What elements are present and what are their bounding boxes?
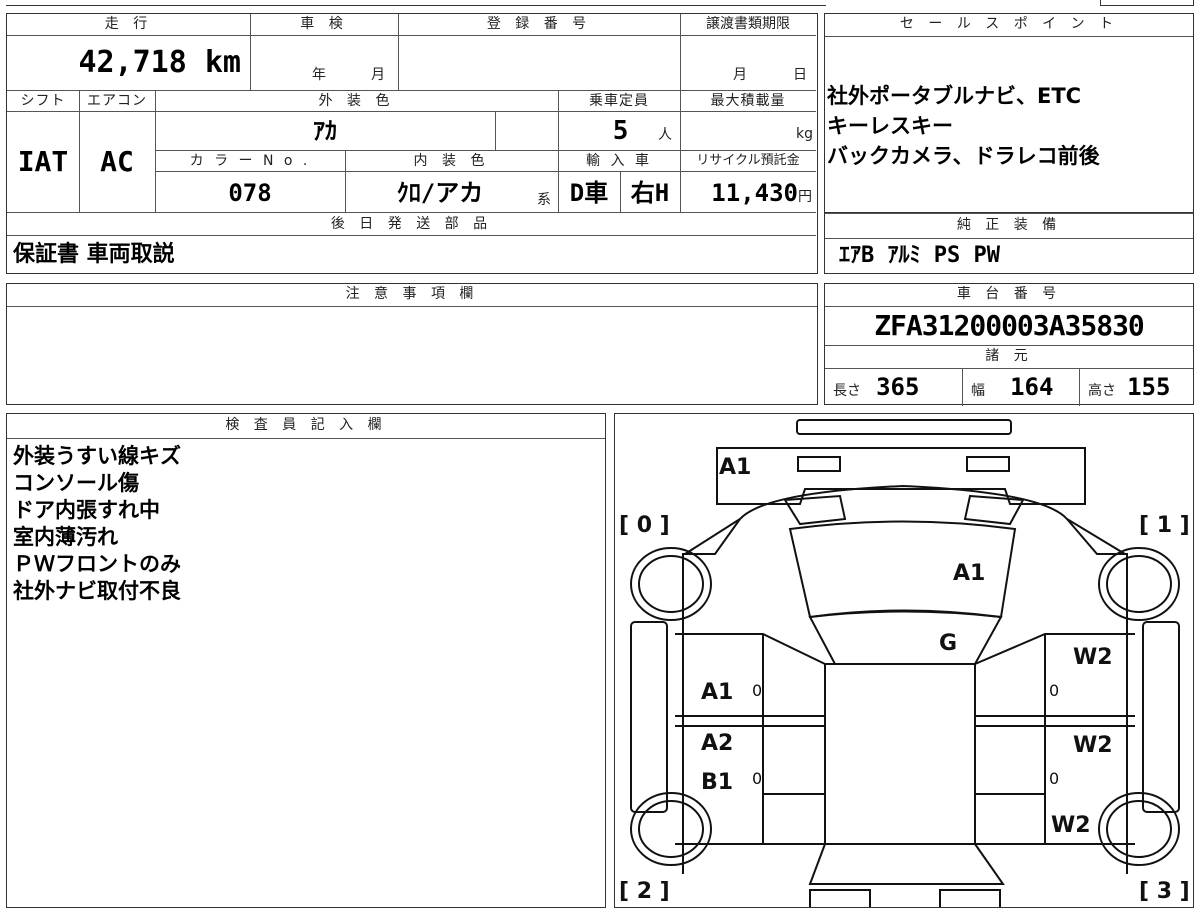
import-value-1: D車 [569, 179, 609, 207]
genuine-equipment-header: 純 正 装 備 [825, 213, 1193, 239]
genuine-equipment-value: ｴｱB ｱﾙﾐ PS PW [839, 243, 1000, 268]
capacity-header: 乗車定員 [558, 90, 680, 112]
mark-left-front-door: A1 [701, 680, 733, 705]
color-no-value: 078 [228, 179, 272, 207]
mark-zero: 0 [1049, 681, 1059, 700]
exterior-color-value: ｱｶ [313, 117, 337, 145]
interior-color-value: ｸﾛ/アカ [396, 179, 484, 207]
notes-box: 注 意 事 項 欄 [6, 283, 818, 405]
inspector-line: 室内薄汚れ [13, 525, 118, 549]
aircon-header: エアコン [79, 90, 155, 112]
interior-color-suffix: 系 [537, 192, 551, 208]
inspector-line: コンソール傷 [13, 471, 139, 495]
mark-left-rear-door-1: A2 [701, 731, 733, 756]
later-parts-header: 後 日 発 送 部 品 [7, 212, 816, 236]
mileage-value: 42,718 km [78, 45, 241, 80]
sales-points-header: セ ー ル ス ポ イ ン ト [825, 14, 1193, 37]
tire-label-front-left: [ 0 ] [619, 513, 670, 538]
color-no-header: カ ラ ー N o . [155, 150, 345, 172]
mark-zero: 0 [1049, 769, 1059, 788]
recycle-unit: 円 [798, 189, 812, 205]
mark-windshield: A1 [953, 561, 985, 586]
import-value-2: 右H [630, 179, 670, 207]
aircon-value: AC [100, 145, 134, 178]
later-parts-value: 保証書 車両取説 [13, 242, 175, 267]
car-diagram-box: [ 0 ] [ 1 ] [ 2 ] [ 3 ] A1 A1 G A1 A2 B1… [614, 413, 1194, 908]
mark-right-rear-fender: W2 [1051, 813, 1091, 838]
shift-header: シフト [7, 90, 79, 112]
inspector-line: ドア内張すれ中 [13, 498, 160, 522]
capacity-unit: 人 [658, 127, 672, 143]
maxload-header: 最大積載量 [680, 90, 816, 112]
tire-label-rear-right: [ 3 ] [1139, 879, 1190, 904]
spec-width: 幅 164 [963, 369, 1080, 406]
transfer-deadline-header: 譲渡書類期限 [680, 14, 816, 36]
sales-point-line: キーレスキー [827, 114, 953, 138]
mark-roof: G [939, 631, 957, 656]
registration-header: 登 録 番 号 [398, 14, 680, 36]
shift-value: IAT [17, 145, 69, 178]
inspection-month: 月 [371, 67, 385, 83]
mark-right-rear-door: W2 [1073, 733, 1113, 758]
car-diagram: [ 0 ] [ 1 ] [ 2 ] [ 3 ] A1 A1 G A1 A2 B1… [619, 419, 1190, 907]
inspector-line: 社外ナビ取付不良 [13, 579, 181, 603]
sales-points-box: セ ー ル ス ポ イ ン ト 社外ポータブルナビ、ETC キーレスキー バック… [824, 13, 1194, 213]
sales-point-line: バックカメラ、ドラレコ前後 [827, 144, 1100, 168]
chassis-box: 車 台 番 号 ZFA31200003A35830 諸 元 長さ 365 幅 1… [824, 283, 1194, 406]
chassis-header: 車 台 番 号 [825, 284, 1193, 307]
notes-header: 注 意 事 項 欄 [7, 284, 817, 307]
mark-zero: 0 [752, 681, 762, 700]
transfer-month: 月 [733, 67, 747, 83]
inspector-line: ＰＷフロントのみ [13, 552, 181, 576]
inspector-line: 外装うすい線キズ [13, 444, 181, 468]
mark-front-bumper: A1 [719, 455, 751, 480]
tire-label-front-right: [ 1 ] [1139, 513, 1190, 538]
chassis-number: ZFA31200003A35830 [874, 309, 1145, 342]
import-header: 輸 入 車 [558, 150, 680, 172]
inspector-box: 検 査 員 記 入 欄 外装うすい線キズ コンソール傷 ドア内張すれ中 室内薄汚… [6, 413, 606, 908]
inspection-header: 車 検 [250, 14, 398, 36]
genuine-equipment-box: 純 正 装 備 ｴｱB ｱﾙﾐ PS PW [824, 213, 1194, 274]
specs-header: 諸 元 [825, 345, 1193, 369]
mileage-unit: km [204, 45, 241, 80]
mark-zero: 0 [752, 769, 762, 788]
transfer-day: 日 [793, 67, 807, 83]
top-strip [6, 0, 1194, 6]
inspector-header: 検 査 員 記 入 欄 [7, 414, 605, 439]
maxload-unit: kg [796, 126, 813, 142]
exterior-color-header: 外 装 色 [155, 90, 558, 112]
capacity-value: 5 人 [612, 116, 672, 146]
recycle-value: 11,430円 [711, 179, 812, 207]
recycle-header: リサイクル預託金 [680, 150, 816, 172]
spec-height: 高さ 155 [1088, 373, 1171, 401]
interior-color-header: 内 装 色 [345, 150, 558, 172]
mark-left-rear-door-2: B1 [701, 770, 733, 795]
sales-point-line: 社外ポータブルナビ、ETC [827, 84, 1082, 108]
mark-right-front-door: W2 [1073, 645, 1113, 670]
inspection-year: 年 [312, 67, 326, 83]
spec-length: 長さ 365 [825, 369, 963, 406]
vehicle-info-table: 走 行 車 検 登 録 番 号 譲渡書類期限 42,718 km 年 月 月 日… [6, 13, 818, 274]
mileage-header: 走 行 [7, 14, 250, 36]
tire-label-rear-left: [ 2 ] [619, 879, 670, 904]
